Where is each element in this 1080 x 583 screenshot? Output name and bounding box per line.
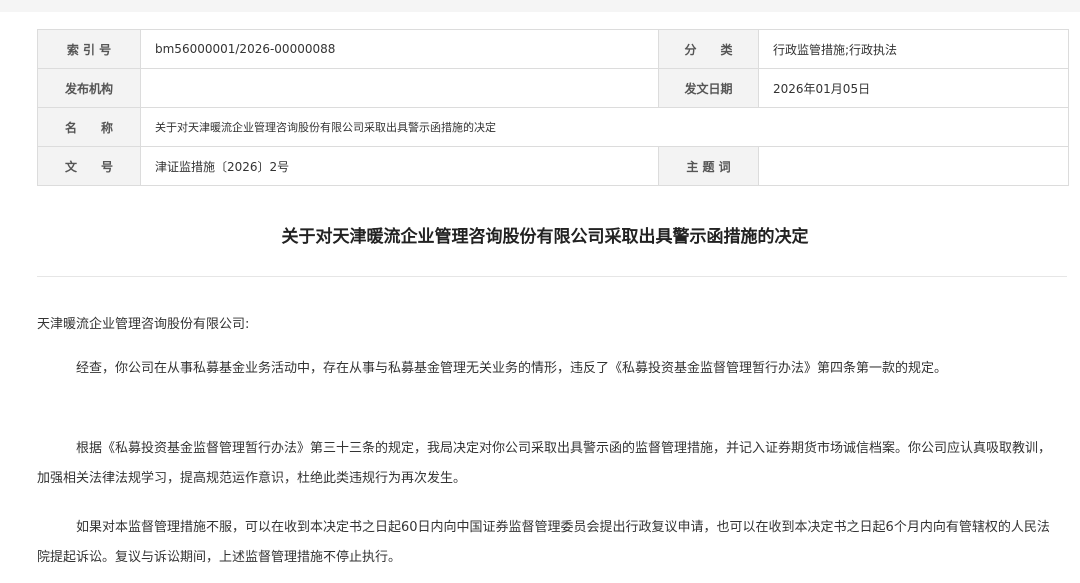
body-paragraph-findings: 经查，你公司在从事私募基金业务活动中，存在从事与私募基金管理无关业务的情形，违反… (76, 361, 948, 376)
body-paragraph-decision: 根据《私募投资基金监督管理暂行办法》第三十三条的规定，我局决定对你公司采取出具警… (37, 441, 1052, 486)
index-number-value: bm56000001/2026-00000088 (140, 29, 659, 69)
name-value: 关于对天津暖流企业管理咨询股份有限公司采取出具警示函措施的决定 (140, 107, 1069, 147)
table-row: 索 引 号 bm56000001/2026-00000088 分 类 行政监管措… (37, 29, 1069, 69)
issue-date-value: 2026年01月05日 (758, 68, 1069, 108)
body-paragraph-appeal: 如果对本监督管理措施不服，可以在收到本决定书之日起60日内向中国证券监督管理委员… (37, 520, 1050, 565)
keywords-value (758, 146, 1069, 186)
table-row: 名 称 关于对天津暖流企业管理咨询股份有限公司采取出具警示函措施的决定 (37, 107, 1069, 147)
table-row: 文 号 津证监措施〔2026〕2号 主 题 词 (37, 146, 1069, 186)
table-row: 发布机构 发文日期 2026年01月05日 (37, 68, 1069, 108)
title-divider (37, 276, 1067, 277)
keywords-label: 主 题 词 (658, 146, 759, 186)
index-number-label: 索 引 号 (37, 29, 141, 69)
name-label: 名 称 (37, 107, 141, 147)
top-strip (0, 0, 1080, 12)
publisher-label: 发布机构 (37, 68, 141, 108)
category-value: 行政监管措施;行政执法 (758, 29, 1069, 69)
category-label: 分 类 (658, 29, 759, 69)
document-number-label: 文 号 (37, 146, 141, 186)
addressee-line: 天津暖流企业管理咨询股份有限公司: (37, 317, 250, 332)
metadata-table: 索 引 号 bm56000001/2026-00000088 分 类 行政监管措… (37, 29, 1069, 186)
document-number-value: 津证监措施〔2026〕2号 (140, 146, 659, 186)
publisher-value (140, 68, 659, 108)
document-title: 关于对天津暖流企业管理咨询股份有限公司采取出具警示函措施的决定 (281, 227, 809, 247)
issue-date-label: 发文日期 (658, 68, 759, 108)
